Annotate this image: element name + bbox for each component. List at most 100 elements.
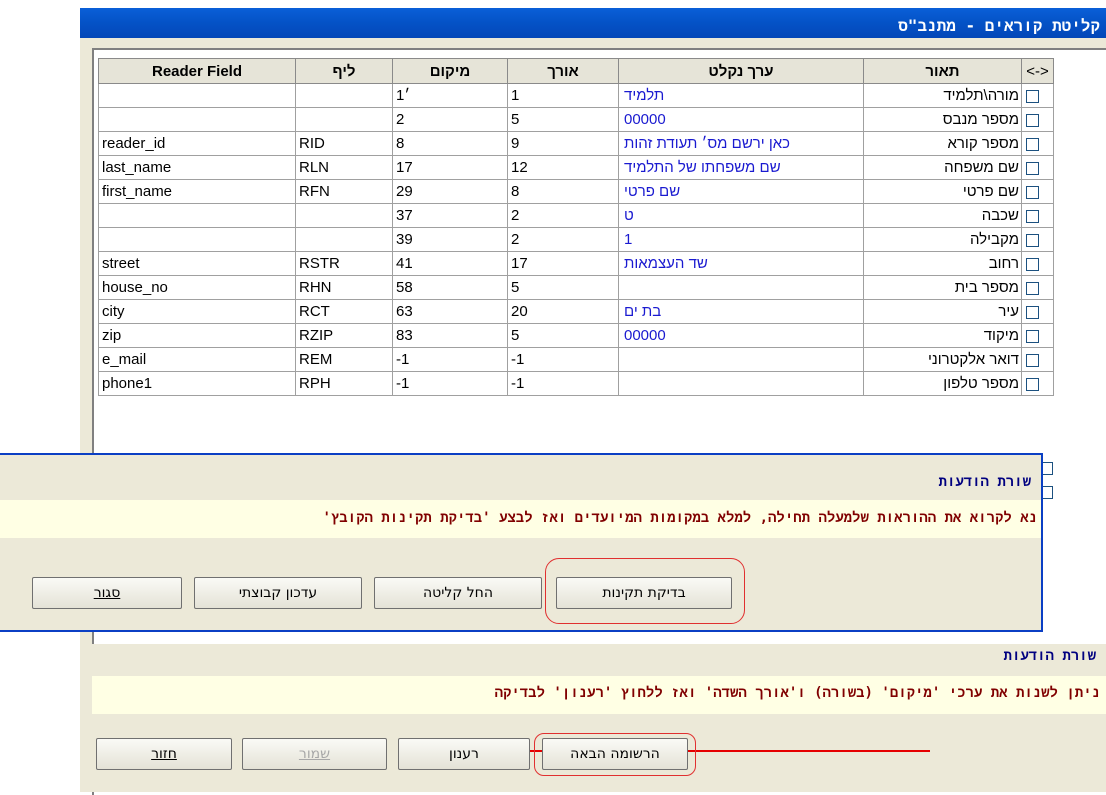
row-checkbox[interactable] <box>1026 329 1039 343</box>
table-row[interactable]: 2 5 00000 מספר מנבס <box>98 107 1054 132</box>
lif-cell[interactable]: RHN <box>295 275 393 300</box>
length-cell[interactable]: 17 <box>507 251 619 276</box>
import-value-cell[interactable]: תלמיד <box>618 83 864 108</box>
row-checkbox[interactable] <box>1026 257 1039 271</box>
reader-field-cell[interactable]: street <box>98 251 296 276</box>
import-value-cell[interactable] <box>618 275 864 300</box>
table-row[interactable]: reader_id RID 8 9 כאן ירשם מס׳ תעודת זהות מספ… <box>98 131 1054 156</box>
lif-cell[interactable] <box>295 203 393 228</box>
import-value-cell[interactable]: שם פרטי <box>618 179 864 204</box>
import-value-cell[interactable]: 1 <box>618 227 864 252</box>
reader-field-cell[interactable]: reader_id <box>98 131 296 156</box>
row-checkbox[interactable] <box>1026 185 1039 199</box>
reader-field-cell[interactable]: first_name <box>98 179 296 204</box>
header-reader-field[interactable]: Reader Field <box>98 58 296 84</box>
row-checkbox[interactable] <box>1026 161 1039 175</box>
description-cell[interactable]: מספר קורא <box>863 131 1022 156</box>
description-cell[interactable]: מיקוד <box>863 323 1022 348</box>
description-cell[interactable]: דואר אלקטרוני <box>863 347 1022 372</box>
position-cell[interactable]: 83 <box>392 323 508 348</box>
length-cell[interactable]: 5 <box>507 323 619 348</box>
check-validity-button[interactable]: בדיקת תקינות <box>556 577 732 609</box>
back-button[interactable]: חזור <box>96 738 232 770</box>
lif-cell[interactable]: REM <box>295 347 393 372</box>
header-description[interactable]: תאור <box>863 58 1022 84</box>
position-cell[interactable]: 39 <box>392 227 508 252</box>
import-value-cell[interactable]: 00000 <box>618 323 864 348</box>
import-value-cell[interactable]: שד העצמאות <box>618 251 864 276</box>
table-row[interactable]: last_name RLN 17 12 שם משפחתו של התלמיד שם מש… <box>98 155 1054 180</box>
length-cell[interactable]: -1 <box>507 371 619 396</box>
length-cell[interactable]: 5 <box>507 275 619 300</box>
description-cell[interactable]: שם משפחה <box>863 155 1022 180</box>
reader-field-cell[interactable]: phone1 <box>98 371 296 396</box>
length-cell[interactable]: 12 <box>507 155 619 180</box>
reader-field-cell[interactable]: e_mail <box>98 347 296 372</box>
length-cell[interactable]: 2 <box>507 203 619 228</box>
table-row[interactable]: house_no RHN 58 5 מספר בית <box>98 275 1054 300</box>
length-cell[interactable]: 8 <box>507 179 619 204</box>
reader-field-cell[interactable] <box>98 203 296 228</box>
import-value-cell[interactable]: 00000 <box>618 107 864 132</box>
position-cell[interactable]: 8 <box>392 131 508 156</box>
import-value-cell[interactable]: בת ים <box>618 299 864 324</box>
lif-cell[interactable]: RZIP <box>295 323 393 348</box>
close-button[interactable]: סגור <box>32 577 182 609</box>
row-checkbox[interactable] <box>1026 281 1039 295</box>
table-row[interactable]: phone1 RPH -1 -1 מספר טלפון <box>98 371 1054 396</box>
length-cell[interactable]: 9 <box>507 131 619 156</box>
row-checkbox[interactable] <box>1026 113 1039 127</box>
table-row[interactable]: first_name RFN 29 8 שם פרטי שם פרטי <box>98 179 1054 204</box>
reader-field-cell[interactable] <box>98 107 296 132</box>
group-update-button[interactable]: עדכון קבוצתי <box>194 577 362 609</box>
reader-field-cell[interactable]: house_no <box>98 275 296 300</box>
description-cell[interactable]: רחוב <box>863 251 1022 276</box>
table-row[interactable]: 37 2 ט שכבה <box>98 203 1054 228</box>
row-checkbox[interactable] <box>1026 305 1039 319</box>
reader-field-cell[interactable]: last_name <box>98 155 296 180</box>
lif-cell[interactable] <box>295 227 393 252</box>
lif-cell[interactable] <box>295 83 393 108</box>
position-cell[interactable]: 41 <box>392 251 508 276</box>
header-length[interactable]: אורך <box>507 58 619 84</box>
position-cell[interactable]: 37 <box>392 203 508 228</box>
table-row[interactable]: city RCT 63 20 בת ים עיר <box>98 299 1054 324</box>
table-row[interactable]: street RSTR 41 17 שד העצמאות רחוב <box>98 251 1054 276</box>
table-row[interactable]: e_mail REM -1 -1 דואר אלקטרוני <box>98 347 1054 372</box>
import-value-cell[interactable]: ט <box>618 203 864 228</box>
description-cell[interactable]: שכבה <box>863 203 1022 228</box>
length-cell[interactable]: -1 <box>507 347 619 372</box>
import-value-cell[interactable] <box>618 371 864 396</box>
description-cell[interactable]: מספר טלפון <box>863 371 1022 396</box>
description-cell[interactable]: מורה\תלמיד <box>863 83 1022 108</box>
next-record-button[interactable]: הרשומה הבאה <box>542 738 688 770</box>
position-cell[interactable]: 29 <box>392 179 508 204</box>
header-lif[interactable]: ליף <box>295 58 393 84</box>
lif-cell[interactable]: RLN <box>295 155 393 180</box>
save-button[interactable]: שמור <box>242 738 387 770</box>
start-import-button[interactable]: החל קליטה <box>374 577 542 609</box>
position-cell[interactable]: 2 <box>392 107 508 132</box>
row-checkbox[interactable] <box>1026 137 1039 151</box>
position-cell[interactable]: -1 <box>392 371 508 396</box>
lif-cell[interactable] <box>295 107 393 132</box>
row-checkbox[interactable] <box>1026 89 1039 103</box>
table-row[interactable]: 1׳ 1 תלמיד מורה\תלמיד <box>98 83 1054 108</box>
description-cell[interactable]: מספר בית <box>863 275 1022 300</box>
lif-cell[interactable]: RFN <box>295 179 393 204</box>
header-position[interactable]: מיקום <box>392 58 508 84</box>
table-row[interactable]: zip RZIP 83 5 00000 מיקוד <box>98 323 1054 348</box>
lif-cell[interactable]: RPH <box>295 371 393 396</box>
description-cell[interactable]: שם פרטי <box>863 179 1022 204</box>
position-cell[interactable]: 17 <box>392 155 508 180</box>
length-cell[interactable]: 20 <box>507 299 619 324</box>
import-value-cell[interactable] <box>618 347 864 372</box>
import-value-cell[interactable]: שם משפחתו של התלמיד <box>618 155 864 180</box>
position-cell[interactable]: 63 <box>392 299 508 324</box>
position-cell[interactable]: 1׳ <box>392 83 508 108</box>
reader-field-cell[interactable] <box>98 227 296 252</box>
lif-cell[interactable]: RSTR <box>295 251 393 276</box>
refresh-button[interactable]: רענון <box>398 738 530 770</box>
lif-cell[interactable]: RID <box>295 131 393 156</box>
reader-field-cell[interactable] <box>98 83 296 108</box>
